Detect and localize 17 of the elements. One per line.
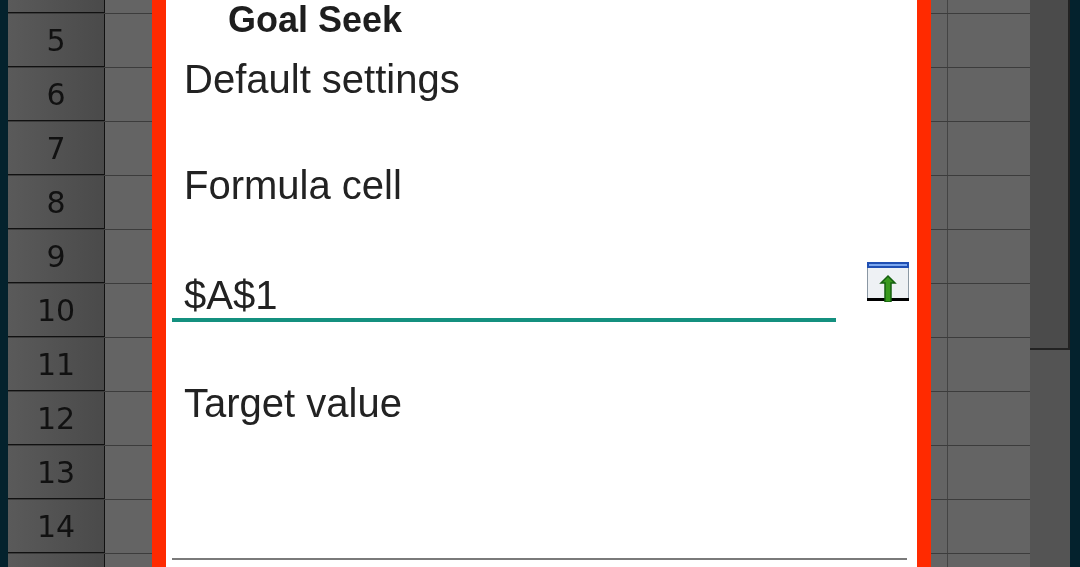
row-header[interactable]: 13: [8, 446, 105, 499]
field-label: Formula cell: [184, 162, 403, 209]
dialog-title: Goal Seek: [228, 0, 404, 40]
row-header[interactable]: 11: [8, 338, 105, 391]
row-header[interactable]: 8: [8, 176, 105, 229]
field-label: Target value: [184, 380, 403, 427]
row-header[interactable]: 9: [8, 230, 105, 283]
row-header[interactable]: 12: [8, 392, 105, 445]
row-header[interactable]: 5: [8, 14, 105, 67]
input-field[interactable]: $A$1: [172, 270, 836, 322]
row-header[interactable]: 7: [8, 122, 105, 175]
row-header[interactable]: 6: [8, 68, 105, 121]
row-header[interactable]: 10: [8, 284, 105, 337]
section-label: Default settings: [184, 56, 461, 103]
shrink-icon[interactable]: [867, 262, 909, 302]
row-header[interactable]: 14: [8, 500, 105, 553]
scrollbar[interactable]: [1030, 0, 1070, 350]
